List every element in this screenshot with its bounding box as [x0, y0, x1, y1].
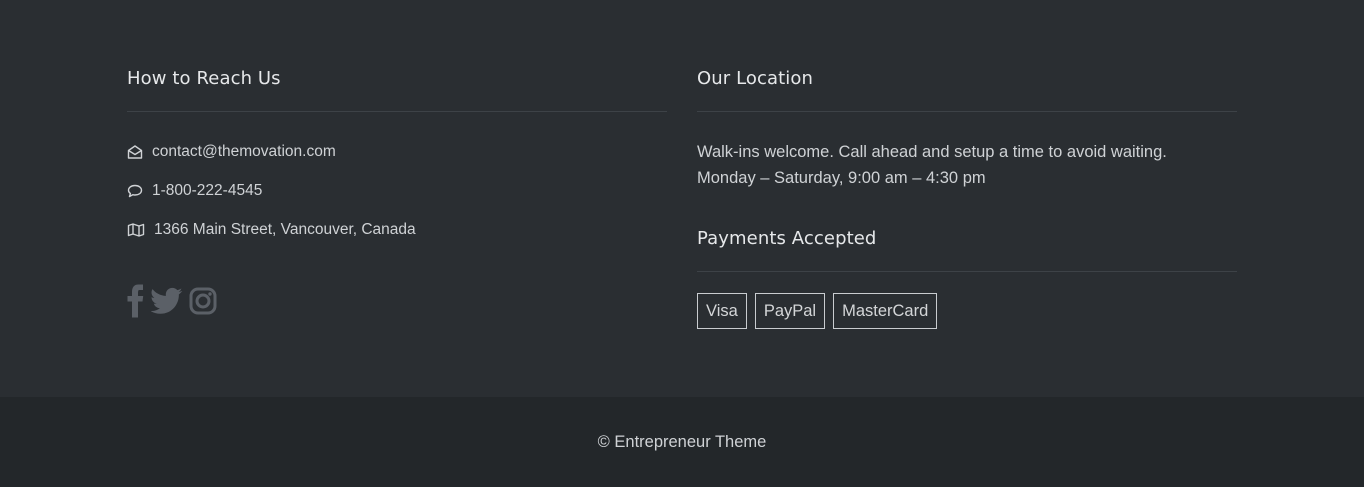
- facebook-icon[interactable]: [127, 284, 145, 318]
- payment-badge-paypal: PayPal: [754, 293, 826, 329]
- twitter-icon[interactable]: [151, 286, 183, 316]
- payments-divider: [697, 271, 1237, 272]
- payment-badges: Visa PayPal MasterCard: [697, 293, 945, 329]
- location-hours: Monday – Saturday, 9:00 am – 4:30 pm: [697, 169, 986, 187]
- social-links: [127, 284, 223, 318]
- envelope-open-icon: [127, 144, 143, 160]
- instagram-icon[interactable]: [189, 287, 217, 315]
- location-description: Walk-ins welcome. Call ahead and setup a…: [697, 139, 1167, 191]
- speech-bubble-icon: [127, 183, 143, 199]
- footer-bottom-bar: © Entrepreneur Theme: [0, 397, 1364, 487]
- contact-email-link[interactable]: contact@themovation.com: [152, 143, 336, 161]
- footer-main: How to Reach Us contact@themovation.com …: [0, 0, 1364, 397]
- payment-badge-visa: Visa: [697, 293, 747, 329]
- copyright-text: © Entrepreneur Theme: [597, 432, 767, 451]
- contact-email-row[interactable]: contact@themovation.com: [127, 143, 336, 161]
- contact-phone-row[interactable]: 1-800-222-4545: [127, 182, 262, 200]
- contact-address-text: 1366 Main Street, Vancouver, Canada: [154, 221, 416, 238]
- location-divider: [697, 111, 1237, 112]
- contact-address-row: 1366 Main Street, Vancouver, Canada: [127, 221, 416, 239]
- payment-badge-mastercard: MasterCard: [833, 293, 938, 329]
- location-heading: Our Location: [697, 68, 814, 89]
- reach-us-divider: [127, 111, 667, 112]
- contact-phone-link[interactable]: 1-800-222-4545: [152, 182, 262, 200]
- payments-heading: Payments Accepted: [697, 228, 877, 249]
- map-icon: [127, 222, 145, 238]
- location-line-1: Walk-ins welcome. Call ahead and setup a…: [697, 143, 1167, 161]
- reach-us-heading: How to Reach Us: [127, 68, 281, 89]
